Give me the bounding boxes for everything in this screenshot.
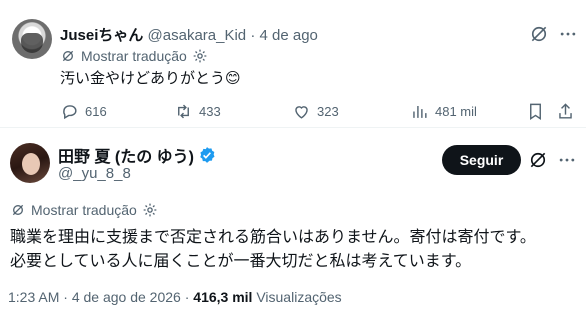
separator: · xyxy=(250,27,256,44)
views-button[interactable]: 481 mil xyxy=(410,102,477,121)
reply-header: Juseiちゃん @asakara_Kid · 4 de ago xyxy=(60,24,318,45)
views-icon xyxy=(413,105,427,118)
repost-count: 433 xyxy=(199,104,221,119)
translate-label: Mostrar tradução xyxy=(81,48,187,64)
grok-icon xyxy=(12,204,24,216)
avatar[interactable] xyxy=(12,19,52,59)
handle[interactable]: @_yu_8_8 xyxy=(58,165,131,182)
separator: · xyxy=(184,289,190,305)
text-line: 必要としている人に届くことが一番大切だと私は考えています。 xyxy=(10,253,472,270)
reply-count: 616 xyxy=(85,104,107,119)
grok-icon[interactable] xyxy=(529,24,549,44)
views-count: 416,3 mil xyxy=(193,289,253,305)
handle[interactable]: @asakara_Kid xyxy=(148,27,247,44)
tweet-text: 職業を理由に支援まで否定される筋合いはありません。寄付は寄付です。 必要としてい… xyxy=(10,226,536,274)
reply-icon xyxy=(63,105,77,120)
like-count: 323 xyxy=(317,104,339,119)
verified-badge-icon xyxy=(200,147,215,163)
text-body: 汚い金やけどありがとう xyxy=(60,70,226,87)
show-translation[interactable]: Mostrar tradução xyxy=(60,48,208,64)
bookmark-icon[interactable] xyxy=(526,102,545,121)
text-line: 職業を理由に支援まで否定される筋合いはありません。寄付は寄付です。 xyxy=(10,229,536,246)
more-icon[interactable] xyxy=(557,150,577,170)
repost-button[interactable]: 433 xyxy=(174,102,221,121)
display-name-row[interactable]: 田野 夏 (たの ゆう) xyxy=(58,143,216,167)
separator: · xyxy=(63,289,68,305)
reply-button[interactable]: 616 xyxy=(60,102,107,121)
timestamp[interactable]: 4 de ago xyxy=(260,27,318,44)
divider xyxy=(0,127,586,128)
date[interactable]: 4 de ago de 2026 xyxy=(72,289,181,305)
gear-icon[interactable] xyxy=(142,202,158,218)
avatar[interactable] xyxy=(10,143,50,183)
reply-tweet[interactable]: Juseiちゃん @asakara_Kid · 4 de ago Mostrar… xyxy=(0,0,586,127)
views-count: 481 mil xyxy=(435,104,477,119)
more-icon[interactable] xyxy=(558,24,578,44)
tweet-meta: 1:23 AM · 4 de ago de 2026 · 416,3 mil V… xyxy=(8,289,342,305)
tweet-text: 汚い金やけどありがとう😊 xyxy=(60,68,241,89)
translate-label: Mostrar tradução xyxy=(31,202,137,218)
views-label: Visualizações xyxy=(256,289,342,305)
repost-icon xyxy=(178,104,189,119)
share-icon[interactable] xyxy=(556,102,575,121)
display-name[interactable]: Juseiちゃん xyxy=(60,27,143,44)
display-name[interactable]: 田野 夏 (たの ゆう) xyxy=(58,143,194,167)
grok-icon[interactable] xyxy=(528,150,548,170)
smile-emoji: 😊 xyxy=(225,70,241,87)
grok-icon xyxy=(62,50,74,62)
gear-icon[interactable] xyxy=(192,48,208,64)
heart-icon xyxy=(295,106,308,119)
time[interactable]: 1:23 AM xyxy=(8,289,59,305)
like-button[interactable]: 323 xyxy=(292,102,339,121)
show-translation[interactable]: Mostrar tradução xyxy=(10,202,158,218)
follow-button[interactable]: Seguir xyxy=(442,145,521,175)
